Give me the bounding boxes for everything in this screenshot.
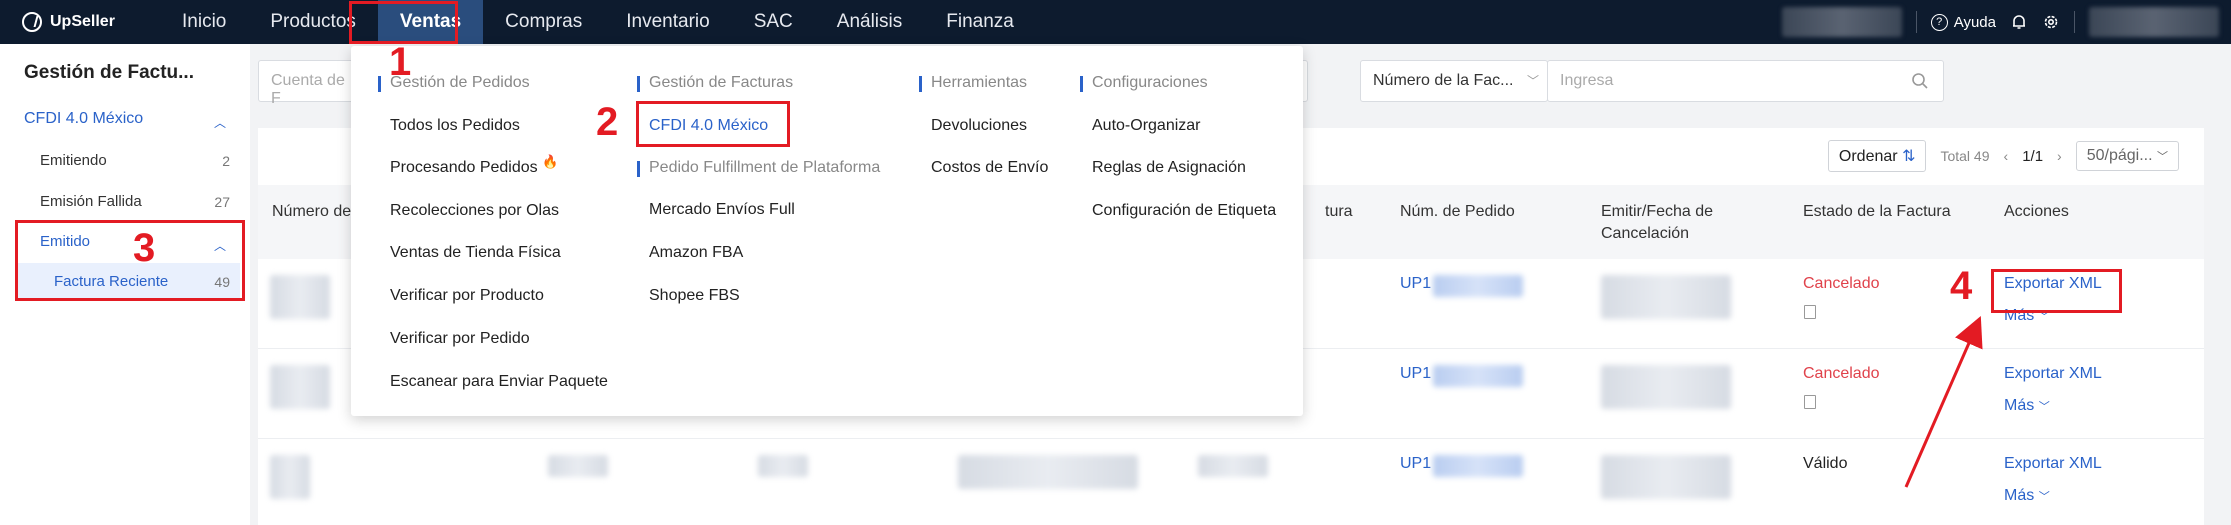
annotation-arrow (1904, 316, 1983, 488)
